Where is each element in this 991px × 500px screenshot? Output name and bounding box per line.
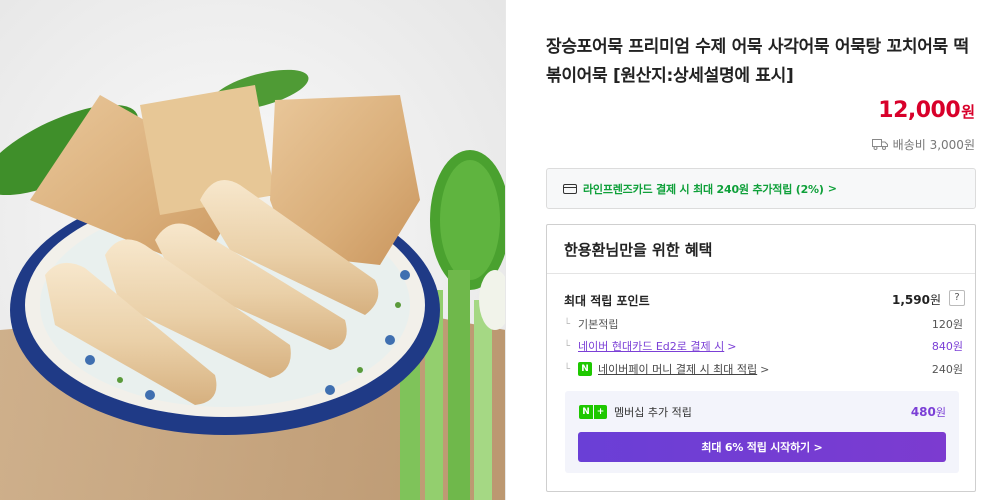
- benefits-title: 한용환님만을 위한 혜택: [564, 241, 713, 259]
- points-row-value: 120원: [931, 318, 963, 331]
- benefits-box: 한용환님만을 위한 혜택 최대 적립 포인트 1,590원 ? └ 기본적립 1…: [546, 224, 976, 492]
- price-unit: 원: [961, 103, 975, 121]
- npay-icon: N: [578, 362, 592, 376]
- credit-card-icon: [563, 183, 577, 194]
- product-title: 장승포어묵 프리미엄 수제 어묵 사각어묵 어묵탕 꼬치어묵 떡볶이어묵 [원산…: [546, 37, 969, 86]
- price-amount: 12,000: [878, 98, 961, 123]
- chevron-right-icon: >: [727, 339, 737, 353]
- tree-branch-icon: └: [564, 363, 571, 375]
- card-promo-banner[interactable]: 라인프렌즈카드 결제 시 최대 240원 추가적립 (2%) >: [546, 168, 976, 209]
- membership-label: 멤버십 추가 적립: [614, 406, 692, 419]
- points-row-hyundai-card[interactable]: └ 네이버 현대카드 Ed2로 결제 시 > 840원: [564, 338, 963, 354]
- fishcake-photo: [0, 0, 505, 500]
- tree-branch-icon: └: [564, 318, 571, 330]
- points-row-basic: └ 기본적립 120원: [564, 316, 963, 332]
- max-points-unit: 원: [929, 293, 941, 307]
- price: 12,000 원: [878, 98, 975, 123]
- points-row-link[interactable]: 네이버페이 머니 결제 시 최대 적립: [598, 361, 757, 377]
- membership-section: N + 멤버십 추가 적립 480원 최대 6% 적립 시작하기 >: [565, 391, 959, 473]
- points-row-label: 기본적립: [578, 318, 619, 331]
- chevron-right-icon: >: [827, 182, 837, 195]
- tree-branch-icon: └: [564, 340, 571, 352]
- points-row-npay-money[interactable]: └ N 네이버페이 머니 결제 시 최대 적립 > 240원: [564, 361, 963, 377]
- start-membership-button[interactable]: 최대 6% 적립 시작하기 >: [578, 432, 946, 462]
- divider: [547, 273, 975, 274]
- membership-amount: 480: [910, 405, 936, 419]
- product-info-panel: 장승포어묵 프리미엄 수제 어묵 사각어묵 어묵탕 꼬치어묵 떡볶이어묵 [원산…: [507, 0, 991, 500]
- chevron-right-icon: >: [760, 362, 770, 376]
- max-points-value: 1,590원: [892, 291, 941, 308]
- shipping-text: 배송비 3,000원: [892, 138, 975, 152]
- membership-unit: 원: [935, 406, 946, 419]
- card-promo-text: 라인프렌즈카드 결제 시 최대 240원 추가적립 (2%): [583, 182, 824, 196]
- truck-icon: [871, 139, 888, 150]
- shipping-fee: 배송비 3,000원: [871, 136, 975, 153]
- membership-value: 480원: [911, 404, 946, 420]
- membership-row: N + 멤버십 추가 적립 480원: [579, 404, 946, 420]
- points-row-link[interactable]: 네이버 현대카드 Ed2로 결제 시: [578, 338, 724, 354]
- naver-plus-icon: N +: [579, 405, 607, 419]
- points-row-value: 240원: [931, 363, 963, 376]
- max-points-amount: 1,590: [891, 293, 930, 307]
- points-row-value: 840원: [931, 340, 963, 353]
- product-image: [0, 0, 506, 500]
- max-points-label: 최대 적립 포인트: [564, 294, 650, 308]
- help-icon[interactable]: ?: [949, 290, 965, 306]
